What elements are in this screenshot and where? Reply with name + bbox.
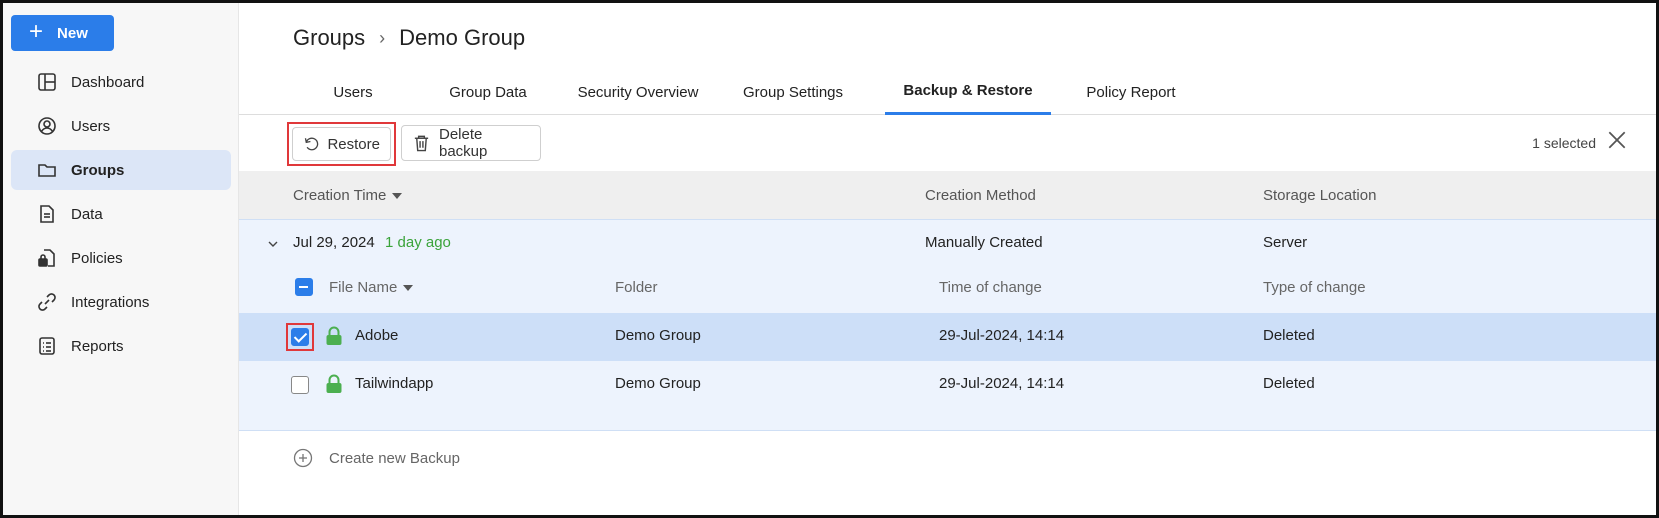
file-time: 29-Jul-2024, 14:14 <box>939 327 1065 344</box>
app-window: + New Dashboard Users Groups Data Polici… <box>0 0 1659 518</box>
sort-down-icon <box>403 284 414 291</box>
sidebar-item-label: Groups <box>71 161 125 179</box>
header-creation-time[interactable]: Creation Time <box>293 187 403 204</box>
toolbar: Restore Delete backup 1 selected <box>239 115 1656 171</box>
link-icon <box>38 293 56 311</box>
sidebar-item-integrations[interactable]: Integrations <box>11 282 231 322</box>
table-header: Creation Time Creation Method Storage Lo… <box>239 171 1656 219</box>
sidebar-item-label: Data <box>71 205 103 223</box>
user-icon <box>38 117 56 135</box>
header-creation-method: Creation Method <box>925 187 1036 204</box>
folder-icon <box>38 164 56 177</box>
chevron-down-icon[interactable] <box>267 238 279 250</box>
trash-icon <box>414 135 429 152</box>
tab-security-overview[interactable]: Security Overview <box>567 69 709 115</box>
table-row[interactable]: Tailwindapp Demo Group 29-Jul-2024, 14:1… <box>239 361 1656 409</box>
subheader-file-name-label: File Name <box>329 279 398 296</box>
lock-icon <box>326 326 342 345</box>
tab-group-settings[interactable]: Group Settings <box>733 69 853 115</box>
new-button[interactable]: + New <box>11 15 114 51</box>
sidebar-item-dashboard[interactable]: Dashboard <box>11 62 231 102</box>
undo-icon <box>304 137 319 151</box>
subheader-folder: Folder <box>615 279 658 296</box>
new-button-label: New <box>57 24 88 42</box>
sidebar-item-users[interactable]: Users <box>11 106 231 146</box>
file-folder: Demo Group <box>615 375 701 392</box>
add-circle-icon <box>293 448 313 468</box>
file-name: Adobe <box>355 327 399 344</box>
restore-button-label: Restore <box>327 135 380 153</box>
file-folder: Demo Group <box>615 327 701 344</box>
subheader-time-of-change: Time of change <box>939 279 1042 296</box>
file-change-type: Deleted <box>1263 375 1315 392</box>
backup-date[interactable]: Jul 29, 2024 <box>293 234 375 251</box>
breadcrumb: Groups › Demo Group <box>293 25 525 51</box>
backup-group: Jul 29, 2024 1 day ago Manually Created … <box>239 219 1656 431</box>
breadcrumb-root[interactable]: Groups <box>293 25 365 51</box>
sidebar-item-label: Reports <box>71 337 124 355</box>
delete-backup-button[interactable]: Delete backup <box>401 125 541 161</box>
select-all-checkbox[interactable] <box>295 278 313 296</box>
backup-location: Server <box>1263 234 1308 251</box>
sidebar-item-label: Integrations <box>71 293 150 311</box>
lock-icon <box>326 374 342 393</box>
document-icon <box>40 205 54 223</box>
tab-backup-restore[interactable]: Backup & Restore <box>885 69 1051 115</box>
chevron-right-icon: › <box>379 27 386 48</box>
file-name: Tailwindapp <box>355 375 434 392</box>
tab-group-data[interactable]: Group Data <box>435 69 541 115</box>
sidebar-item-data[interactable]: Data <box>11 194 231 234</box>
row-checkbox[interactable] <box>291 376 309 394</box>
selected-count: 1 selected <box>1532 135 1596 151</box>
sidebar-item-label: Users <box>71 117 111 135</box>
tab-users[interactable]: Users <box>303 69 403 115</box>
plus-icon: + <box>29 18 44 45</box>
sidebar-item-reports[interactable]: Reports <box>11 326 231 366</box>
sort-down-icon <box>392 192 403 199</box>
subheader-type-of-change: Type of change <box>1263 279 1366 296</box>
sidebar-item-groups[interactable]: Groups <box>11 150 231 190</box>
backup-method: Manually Created <box>925 234 1043 251</box>
sidebar: + New Dashboard Users Groups Data Polici… <box>3 3 239 515</box>
sidebar-item-label: Dashboard <box>71 73 145 91</box>
table-row[interactable]: Adobe Demo Group 29-Jul-2024, 14:14 Dele… <box>239 313 1656 361</box>
breadcrumb-current: Demo Group <box>399 25 526 50</box>
tab-policy-report[interactable]: Policy Report <box>1071 69 1191 115</box>
subheader-file-name[interactable]: File Name <box>329 279 414 296</box>
create-backup-label: Create new Backup <box>329 449 460 467</box>
report-icon <box>39 337 55 355</box>
file-change-type: Deleted <box>1263 327 1315 344</box>
delete-backup-label: Delete backup <box>438 126 488 160</box>
header-storage-location: Storage Location <box>1263 187 1377 204</box>
backup-relative-time: 1 day ago <box>385 234 451 251</box>
sidebar-item-policies[interactable]: Policies <box>11 238 231 278</box>
restore-button[interactable]: Restore <box>292 127 391 161</box>
row-checkbox[interactable] <box>291 328 309 346</box>
lock-doc-icon <box>38 249 55 267</box>
tab-bar: Users Group Data Security Overview Group… <box>239 69 1656 115</box>
file-time: 29-Jul-2024, 14:14 <box>939 375 1065 392</box>
header-creation-time-label: Creation Time <box>293 187 387 204</box>
create-backup-button[interactable]: Create new Backup <box>293 448 460 468</box>
sidebar-item-label: Policies <box>71 249 123 267</box>
close-icon[interactable] <box>1606 129 1628 151</box>
dashboard-icon <box>38 73 56 91</box>
